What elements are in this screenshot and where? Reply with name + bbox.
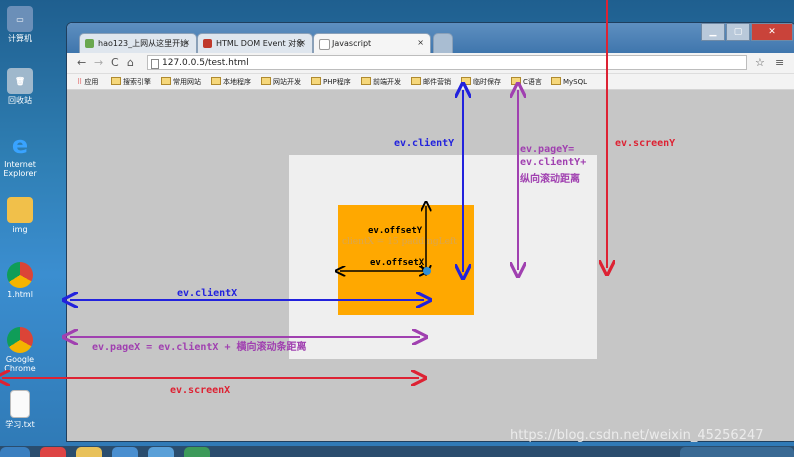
taskbar-chrome-icon[interactable] xyxy=(40,447,66,457)
mouse-point xyxy=(423,267,431,275)
watermark: https://blog.csdn.net/weixin_45256247 xyxy=(510,428,764,443)
label-pageY-line2: ev.clientY+ xyxy=(520,157,587,168)
taskbar-explorer-icon[interactable] xyxy=(76,447,102,457)
start-button[interactable] xyxy=(0,447,30,457)
taskbar-app-icon[interactable] xyxy=(112,447,138,457)
taskbar-app-icon[interactable] xyxy=(148,447,174,457)
label-clientX: ev.clientX xyxy=(177,288,238,299)
label-pageX: ev.pageX = ev.clientX + 横向滚动条距离 xyxy=(92,342,307,353)
label-screenY: ev.screenY xyxy=(615,138,676,149)
label-offsetX: ev.offsetX xyxy=(370,258,425,268)
taskbar-tray[interactable] xyxy=(680,447,794,457)
taskbar-app-icon[interactable] xyxy=(184,447,210,457)
label-offsetY: ev.offsetY xyxy=(368,226,423,236)
label-pageY-line1: ev.pageY= xyxy=(520,144,575,155)
taskbar xyxy=(0,446,794,457)
label-pageY-line3: 纵向滚动距离 xyxy=(520,174,580,185)
label-clientY: ev.clientY xyxy=(394,138,455,149)
label-screenX: ev.screenX xyxy=(170,385,231,396)
